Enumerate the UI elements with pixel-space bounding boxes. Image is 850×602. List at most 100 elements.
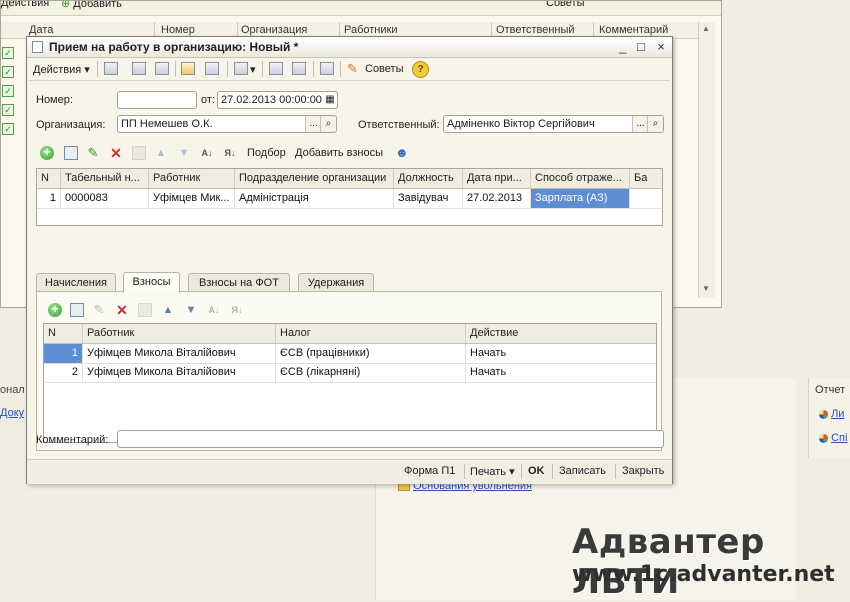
post-icon[interactable]	[132, 62, 146, 75]
sort-desc-icon[interactable]: Я↓	[223, 146, 237, 160]
sort-desc-icon[interactable]: Я↓	[230, 303, 244, 317]
tips-button[interactable]: Советы	[365, 63, 403, 75]
find-icon[interactable]	[269, 62, 283, 75]
close-button[interactable]: Закрыть	[622, 465, 664, 477]
bg-col-responsible[interactable]: Ответственный	[496, 24, 575, 36]
col-tax[interactable]: Налог	[276, 324, 466, 343]
tab-contributions[interactable]: Взносы	[123, 272, 180, 293]
select-button[interactable]: ...	[305, 116, 321, 132]
sort-asc-icon[interactable]: A↓	[200, 146, 214, 160]
hire-document-dialog: Прием на работу в организацию: Новый * _…	[26, 36, 673, 484]
bg-right-item[interactable]: Ли	[819, 408, 844, 420]
add-contributions-button[interactable]: Добавить взносы	[295, 147, 383, 159]
scroll-up-icon[interactable]: ▲	[702, 24, 710, 33]
add-row-icon[interactable]: +	[40, 146, 54, 160]
check-icon: ✓	[2, 66, 14, 78]
end-edit-icon[interactable]	[138, 303, 152, 317]
employees-toolbar: + ✎ ✕ ▲ ▼ A↓ Я↓ Подбор Добавить взносы ☻	[27, 143, 672, 163]
title-bar[interactable]: Прием на работу в организацию: Новый * _…	[27, 37, 672, 58]
comment-input[interactable]	[117, 430, 664, 448]
employees-table-header: N Табельный н... Работник Подразделение …	[37, 169, 662, 189]
minimize-button[interactable]: _	[615, 39, 631, 55]
organization-input[interactable]: ПП Немешев О.К. ... ⌕	[117, 115, 337, 133]
edit-doc-icon[interactable]	[181, 62, 195, 75]
based-on-icon[interactable]	[234, 62, 248, 75]
background-scrollbar[interactable]: ▲ ▼	[698, 22, 715, 298]
bg-col-date[interactable]: Дата	[29, 24, 53, 36]
bg-col-comment[interactable]: Комментарий	[599, 24, 668, 36]
save-button[interactable]: Записать	[559, 465, 606, 477]
selected-cell: Зарплата (АЗ)	[531, 189, 630, 208]
number-input[interactable]	[117, 91, 197, 109]
tab-payroll-contributions[interactable]: Взносы на ФОТ	[188, 273, 290, 292]
save-icon[interactable]	[104, 62, 118, 75]
col-action[interactable]: Действие	[466, 324, 656, 343]
document-icon	[32, 41, 43, 53]
search-icon[interactable]: ⌕	[320, 116, 336, 132]
select-employees-button[interactable]: Подбор	[247, 147, 286, 159]
help-icon[interactable]: ?	[412, 61, 429, 78]
date-input[interactable]: 27.02.2013 00:00:00 ▦	[217, 91, 338, 109]
tab-accruals[interactable]: Начисления	[36, 273, 116, 292]
tab-deductions[interactable]: Удержания	[298, 273, 374, 292]
comment-label: Комментарий:	[36, 434, 109, 446]
col-method[interactable]: Способ отраже...	[531, 169, 630, 188]
select-button[interactable]: ...	[632, 116, 648, 132]
move-down-icon[interactable]: ▼	[184, 303, 198, 317]
bg-col-number[interactable]: Номер	[161, 24, 195, 36]
col-tab-number[interactable]: Табельный н...	[61, 169, 149, 188]
col-employee[interactable]: Работник	[83, 324, 276, 343]
edit-row-icon[interactable]: ✎	[86, 146, 100, 160]
ok-button[interactable]: OK	[528, 465, 545, 477]
delete-row-icon[interactable]: ✕	[115, 303, 129, 317]
refresh-icon[interactable]	[155, 62, 169, 75]
copy-row-icon[interactable]	[70, 303, 84, 317]
table-row[interactable]: 1 0000083 Уфімцев Мик... Адміністрація З…	[37, 189, 662, 209]
scroll-down-icon[interactable]: ▼	[702, 284, 710, 293]
col-employee[interactable]: Работник	[149, 169, 235, 188]
move-up-icon[interactable]: ▲	[154, 146, 168, 160]
sort-asc-icon[interactable]: A↓	[207, 303, 221, 317]
bg-right-item[interactable]: Спі	[819, 432, 847, 444]
actions-menu[interactable]: Действия ▾	[33, 63, 90, 76]
col-position[interactable]: Должность	[394, 169, 463, 188]
bg-col-org[interactable]: Организация	[241, 24, 307, 36]
move-up-icon[interactable]: ▲	[161, 303, 175, 317]
background-right-panel: Отчет Ли Спі	[808, 378, 850, 458]
delete-row-icon[interactable]: ✕	[109, 146, 123, 160]
responsible-input[interactable]: Адміненко Віктор Сергійович ... ⌕	[443, 115, 664, 133]
move-down-icon[interactable]: ▼	[177, 146, 191, 160]
print-button[interactable]: Печать ▾	[470, 465, 515, 478]
employees-table: N Табельный н... Работник Подразделение …	[36, 168, 663, 226]
calendar-icon[interactable]: ▦	[323, 92, 337, 108]
maximize-button[interactable]: □	[633, 39, 649, 55]
user-fill-icon[interactable]: ☻	[395, 145, 409, 160]
add-icon: ⊕	[61, 1, 71, 10]
form-p1-button[interactable]: Форма П1	[404, 465, 455, 477]
copy-doc-icon[interactable]	[205, 62, 219, 75]
list-icon[interactable]	[320, 62, 334, 75]
table-row[interactable]: 2 Уфімцев Микола Віталійович ЄСВ (лікарн…	[44, 363, 656, 383]
bg-col-workers[interactable]: Работники	[344, 24, 397, 36]
end-edit-icon[interactable]	[132, 146, 146, 160]
dropdown-arrow-icon[interactable]: ▾	[250, 63, 256, 76]
copy-row-icon[interactable]	[64, 146, 78, 160]
check-icon: ✓	[2, 123, 14, 135]
col-n[interactable]: N	[37, 169, 61, 188]
dropdown-arrow-icon: ▾	[509, 466, 515, 478]
edit-row-icon[interactable]: ✎	[92, 303, 106, 317]
col-department[interactable]: Подразделение организации	[235, 169, 394, 188]
bg-add-button[interactable]: ⊕ Добавить	[61, 1, 122, 10]
search-icon[interactable]: ⌕	[647, 116, 663, 132]
bg-actions-menu[interactable]: Действия	[1, 1, 49, 9]
col-n[interactable]: N	[44, 324, 83, 343]
main-toolbar: Действия ▾ ▾ ✎ Советы ?	[29, 58, 670, 81]
add-row-icon[interactable]: +	[48, 303, 62, 317]
close-window-button[interactable]: ×	[653, 39, 669, 55]
col-hire-date[interactable]: Дата при...	[463, 169, 531, 188]
col-ba[interactable]: Ба	[630, 169, 662, 188]
report-icon[interactable]	[292, 62, 306, 75]
bg-left-link[interactable]: Доку	[0, 407, 24, 419]
table-row[interactable]: 1 Уфімцев Микола Віталійович ЄСВ (праців…	[44, 344, 656, 364]
bg-tips-button[interactable]: Советы	[546, 1, 584, 9]
